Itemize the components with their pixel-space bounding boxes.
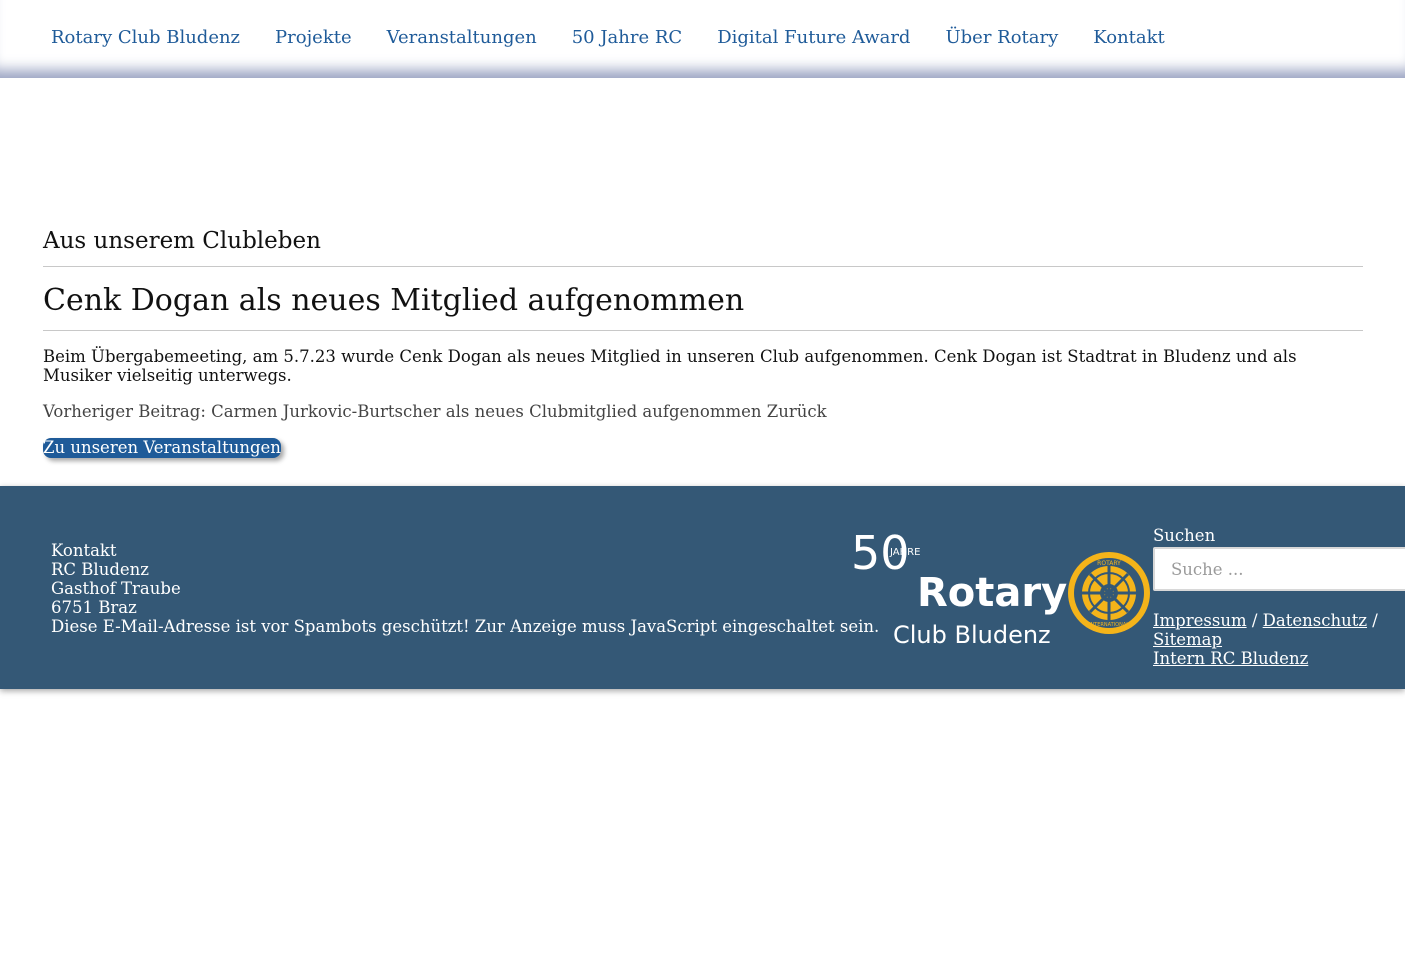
nav-item-50-jahre[interactable]: 50 Jahre RC <box>572 27 682 48</box>
search-input[interactable] <box>1153 547 1405 591</box>
logo-club-bludenz: Club Bludenz <box>893 621 1051 649</box>
contact-line: 6751 Braz <box>51 598 137 617</box>
nav-item-projekte[interactable]: Projekte <box>275 27 352 48</box>
category-heading: Aus unserem Clubleben <box>43 228 1363 267</box>
wheel-bottom-text: INTERNATIONAL <box>1089 622 1129 628</box>
main-menu: Rotary Club Bludenz Projekte Veranstaltu… <box>51 27 1200 48</box>
previous-post-link[interactable]: Vorheriger Beitrag: Carmen Jurkovic-Burt… <box>43 402 762 421</box>
wheel-top-text: ROTARY <box>1097 560 1121 567</box>
article-title: Cenk Dogan als neues Mitglied aufgenomme… <box>43 267 1363 331</box>
contact-line: RC Bludenz <box>51 560 149 579</box>
contact-email-notice: Diese E-Mail-Adresse ist vor Spambots ge… <box>51 617 880 636</box>
footer-search: Suchen <box>1153 526 1405 591</box>
logo-rotary: Rotary <box>917 570 1067 616</box>
events-button[interactable]: Zu unseren Veranstaltungen <box>43 438 281 458</box>
datenschutz-link[interactable]: Datenschutz <box>1263 611 1367 630</box>
rotary-50-jahre-logo: 50 JAHRE Rotary Club Bludenz ROTARY INTE… <box>851 526 1150 649</box>
nav-item-veranstaltungen[interactable]: Veranstaltungen <box>387 27 537 48</box>
article: Aus unserem Clubleben Cenk Dogan als neu… <box>43 228 1363 458</box>
nav-item-digital-future-award[interactable]: Digital Future Award <box>717 27 910 48</box>
previous-post-title: Carmen Jurkovic-Burtscher als neues Club… <box>211 402 762 421</box>
intern-link[interactable]: Intern RC Bludenz <box>1153 649 1308 668</box>
sitemap-link[interactable]: Sitemap <box>1153 630 1222 649</box>
back-link[interactable]: Zurück <box>767 402 827 421</box>
contact-heading: Kontakt <box>51 541 117 560</box>
search-label: Suchen <box>1153 526 1216 545</box>
contact-line: Gasthof Traube <box>51 579 181 598</box>
footer-contact: Kontakt RC Bludenz Gasthof Traube 6751 B… <box>51 541 879 636</box>
pagination: Vorheriger Beitrag: Carmen Jurkovic-Burt… <box>43 402 1363 421</box>
link-separator: / <box>1372 611 1378 630</box>
nav-item-home[interactable]: Rotary Club Bludenz <box>51 27 240 48</box>
rotary-wheel-icon: ROTARY INTERNATIONAL <box>1068 552 1150 634</box>
nav-item-ueber-rotary[interactable]: Über Rotary <box>945 27 1058 48</box>
nav-item-kontakt[interactable]: Kontakt <box>1093 27 1165 48</box>
footer: Kontakt RC Bludenz Gasthof Traube 6751 B… <box>0 486 1405 689</box>
impressum-link[interactable]: Impressum <box>1153 611 1247 630</box>
top-navigation: Rotary Club Bludenz Projekte Veranstaltu… <box>0 0 1405 78</box>
logo-jahre: JAHRE <box>889 547 920 558</box>
footer-legal-links: Impressum / Datenschutz / Sitemap Intern… <box>1153 611 1405 668</box>
link-separator: / <box>1251 611 1258 630</box>
article-body: Beim Übergabemeeting, am 5.7.23 wurde Ce… <box>43 347 1297 385</box>
previous-post-label: Vorheriger Beitrag: <box>43 402 206 421</box>
